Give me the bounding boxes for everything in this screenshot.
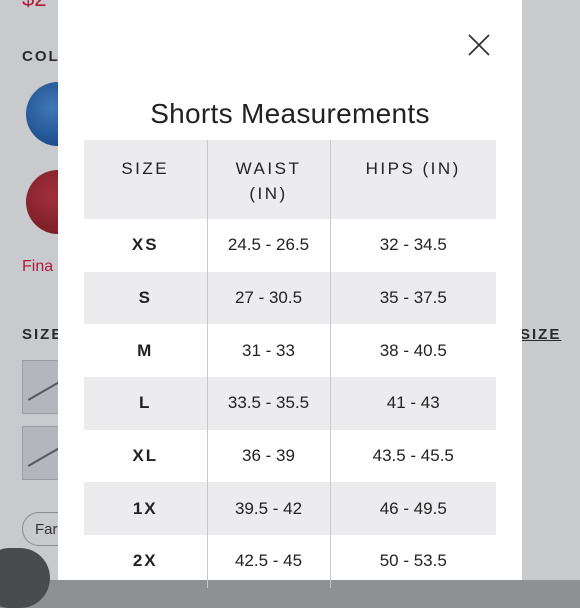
modal-title: Shorts Measurements (150, 98, 430, 129)
size-cell: XL (132, 446, 159, 466)
final-sale-text: Fina (22, 258, 54, 275)
column-header-hips: HIPS (IN) (329, 140, 496, 219)
size-table: SIZE WAIST (IN) HIPS (IN) XS 24.5 - 26.5… (84, 140, 496, 588)
waist-cell: 33.5 - 35.5 (206, 377, 330, 430)
hips-cell: 38 - 40.5 (329, 324, 496, 378)
size-cell: L (84, 377, 207, 430)
table-row: S 27 - 30.5 35 - 37.5 (84, 271, 496, 325)
size-cell: 1X (84, 482, 207, 536)
table-row: XL 36 - 39 43.5 - 45.5 (84, 429, 496, 483)
column-header-waist: WAIST (IN) (206, 140, 330, 219)
hips-cell: 35 - 37.5 (329, 271, 496, 325)
table-row: XS 24.5 - 26.5 32 - 34.5 (84, 219, 496, 272)
size-cell: S (84, 271, 207, 325)
size-cell: XS (131, 235, 159, 255)
hips-cell: 46 - 49.5 (329, 482, 496, 536)
waist-cell: 31 - 33 (206, 324, 330, 378)
close-icon (468, 34, 490, 56)
hips-cell: 43.5 - 45.5 (329, 429, 496, 483)
product-price: $2 (22, 0, 46, 12)
waist-cell: 27 - 30.5 (206, 271, 330, 325)
size-chart-modal: Shorts Measurements SIZE WAIST (IN) HIPS… (58, 0, 522, 588)
size-guide-link[interactable]: SIZE (520, 326, 561, 343)
table-row: M 31 - 33 38 - 40.5 (84, 324, 496, 378)
hips-cell: 32 - 34.5 (329, 219, 496, 272)
close-button[interactable] (464, 30, 494, 60)
table-header-row: SIZE WAIST (IN) HIPS (IN) (84, 140, 496, 219)
waist-cell: 24.5 - 26.5 (206, 219, 330, 272)
column-header-size: SIZE (84, 140, 207, 219)
table-row: 1X 39.5 - 42 46 - 49.5 (84, 482, 496, 536)
waist-cell: 39.5 - 42 (206, 482, 330, 536)
table-row: L 33.5 - 35.5 41 - 43 (84, 377, 496, 430)
waist-cell: 36 - 39 (206, 429, 330, 483)
size-cell: M (137, 340, 154, 360)
color-label: COL (22, 48, 60, 65)
hips-cell: 41 - 43 (329, 377, 496, 430)
floating-button[interactable] (0, 548, 50, 608)
